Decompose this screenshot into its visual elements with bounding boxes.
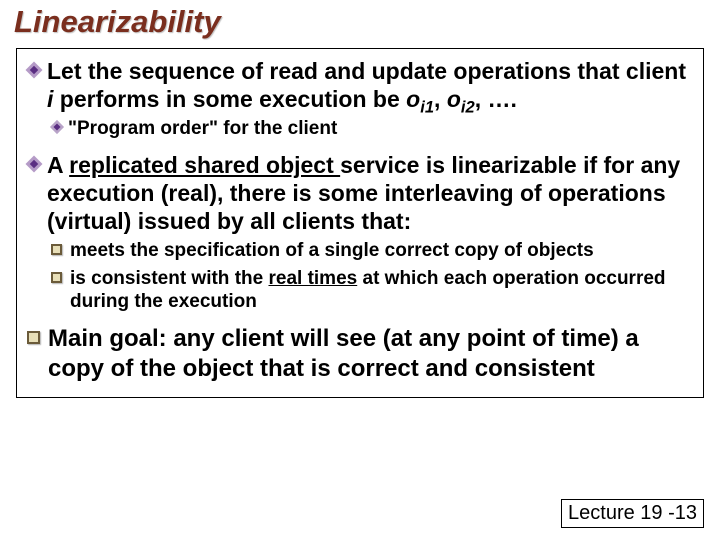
slide-footer: Lecture 19 -13 <box>561 499 704 528</box>
bullet-2a-text: meets the specification of a single corr… <box>70 239 594 263</box>
bullet-2: A replicated shared object service is li… <box>27 151 693 235</box>
diamond-icon <box>51 121 62 132</box>
bullet-3-text: Main goal: any client will see (at any p… <box>48 324 693 383</box>
square-icon <box>51 244 62 255</box>
square-icon <box>51 272 62 283</box>
square-icon <box>27 331 40 344</box>
slide-title: Linearizability <box>0 0 720 40</box>
bullet-1-sub: "Program order" for the client <box>51 117 693 141</box>
diamond-icon <box>27 63 41 77</box>
bullet-3: Main goal: any client will see (at any p… <box>27 324 693 383</box>
bullet-1-sub-text: "Program order" for the client <box>68 117 337 141</box>
bullet-2a: meets the specification of a single corr… <box>51 239 693 263</box>
bullet-2-text: A replicated shared object service is li… <box>47 151 693 235</box>
diamond-icon <box>27 157 41 171</box>
bullet-2b-text: is consistent with the real times at whi… <box>70 267 693 315</box>
content-box: Let the sequence of read and update oper… <box>16 48 704 398</box>
bullet-1: Let the sequence of read and update oper… <box>27 57 693 113</box>
bullet-1-text: Let the sequence of read and update oper… <box>47 57 693 113</box>
bullet-2b: is consistent with the real times at whi… <box>51 267 693 315</box>
